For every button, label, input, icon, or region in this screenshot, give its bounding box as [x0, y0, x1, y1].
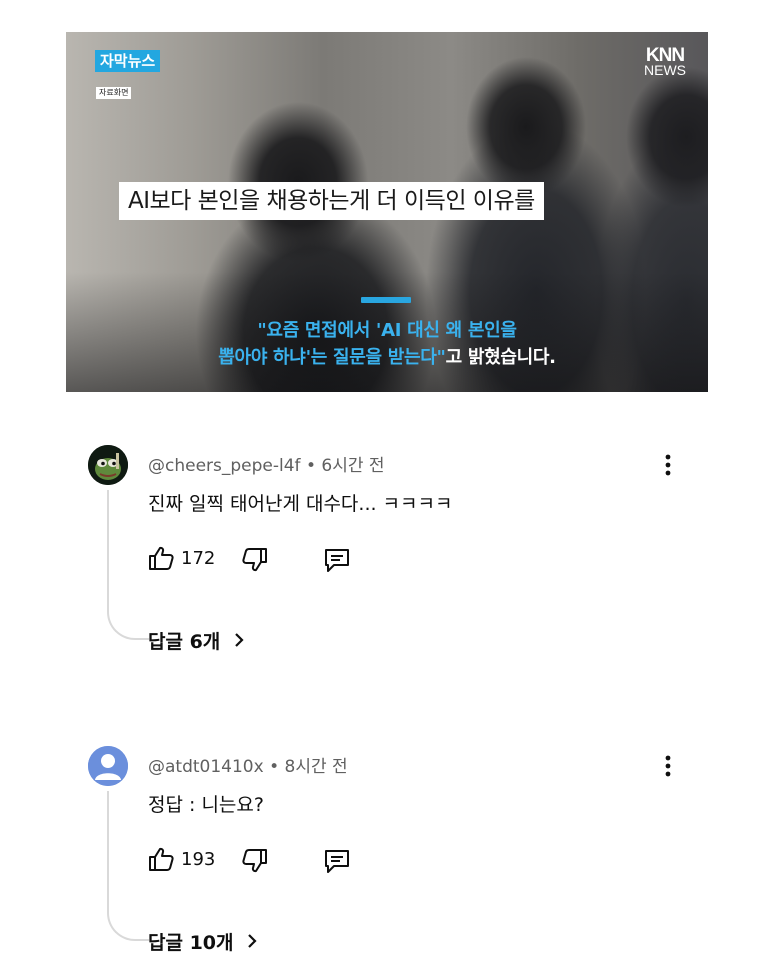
comment-text: 정답 : 니는요?	[148, 794, 264, 816]
more-vertical-icon[interactable]	[658, 753, 678, 779]
avatar[interactable]	[88, 445, 128, 485]
archive-footage-label: 자료화면	[96, 87, 132, 99]
default-user-icon	[88, 746, 128, 786]
logo-bottom: NEWS	[644, 62, 686, 78]
video-caption: AI보다 본인을 채용하는게 더 이득인 이유를	[119, 182, 544, 220]
chevron-right-icon	[226, 631, 245, 653]
reply-thread-line	[107, 791, 149, 941]
like-count: 172	[181, 548, 216, 569]
more-vertical-icon[interactable]	[658, 452, 678, 478]
view-replies-button[interactable]: 답글 6개	[148, 627, 245, 654]
replies-label: 답글 6개	[148, 631, 221, 653]
comment-text: 진짜 일찍 태어난게 대수다... ㅋㅋㅋㅋ	[148, 493, 453, 515]
video-frame[interactable]: 자막뉴스 자료화면 KNN NEWS AI보다 본인을 채용하는게 더 이득인 …	[66, 32, 708, 392]
caption-accent-bar	[361, 297, 411, 303]
comment-meta: @atdt01410x • 8시간 전	[148, 757, 348, 777]
comment-author[interactable]: @cheers_pepe-l4f	[148, 456, 301, 476]
comment-author[interactable]: @atdt01410x	[148, 757, 264, 777]
reply-button[interactable]	[322, 546, 352, 578]
avatar[interactable]	[88, 746, 128, 786]
news-badge: 자막뉴스	[95, 50, 161, 72]
reply-thread-line	[107, 490, 149, 640]
pepe-avatar-image	[88, 445, 128, 485]
reply-comment-icon	[325, 850, 349, 873]
chevron-right-icon	[240, 932, 259, 954]
comment-time: 6시간 전	[321, 456, 385, 476]
reply-button[interactable]	[322, 847, 352, 879]
knn-news-logo: KNN NEWS	[644, 45, 686, 78]
like-button[interactable]: 172	[147, 544, 215, 576]
thumbs-up-icon	[149, 847, 174, 871]
comment-meta: @cheers_pepe-l4f • 6시간 전	[148, 456, 385, 476]
like-button[interactable]: 193	[147, 845, 215, 877]
logo-top: KNN	[645, 45, 685, 66]
view-replies-button[interactable]: 답글 10개	[148, 928, 258, 955]
quote-line-2: 뽑아야 하냐'는 질문을 받는다"고 밝혔습니다.	[66, 343, 708, 369]
thumbs-up-icon	[149, 546, 174, 570]
quote-line-1: "요즘 면접에서 'AI 대신 왜 본인을	[257, 320, 517, 341]
thumbs-down-icon	[242, 849, 267, 873]
dislike-button[interactable]	[241, 847, 269, 879]
comment-time: 8시간 전	[284, 757, 348, 777]
quote-line-2-tail: 고 밝혔습니다.	[445, 347, 556, 368]
quote-line-2-highlight: 뽑아야 하냐'는 질문을 받는다"	[218, 347, 446, 368]
reply-comment-icon	[325, 549, 349, 572]
dislike-button[interactable]	[241, 546, 269, 578]
replies-label: 답글 10개	[148, 932, 234, 954]
like-count: 193	[181, 849, 216, 870]
thumbs-down-icon	[242, 548, 267, 572]
